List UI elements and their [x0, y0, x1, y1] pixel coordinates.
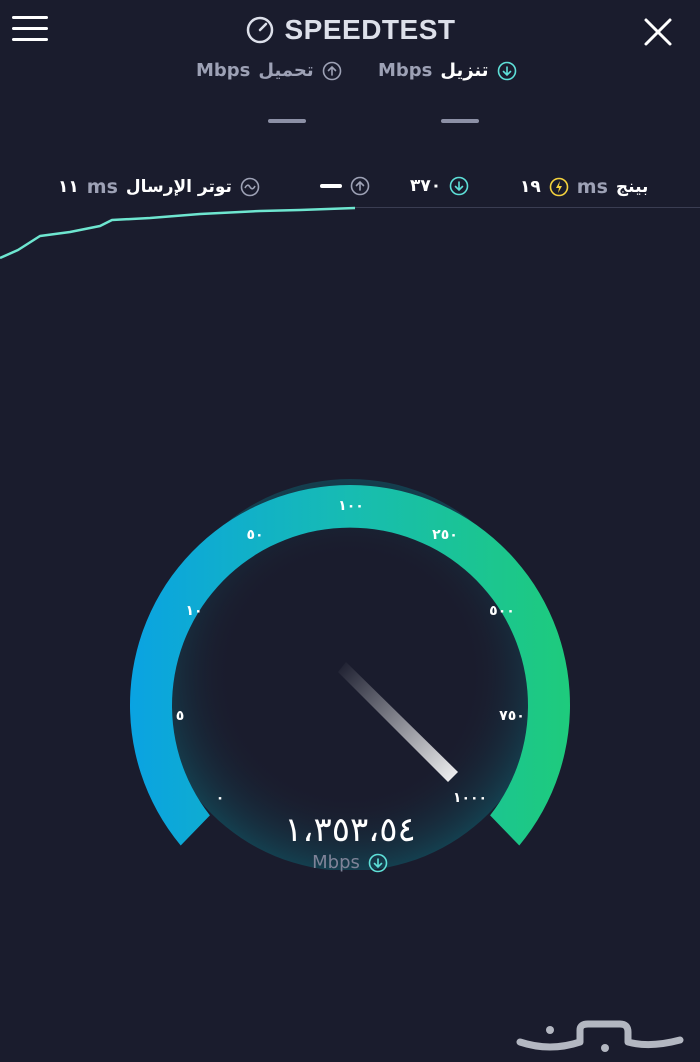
tab-download[interactable]: Mbps تنزيل [378, 60, 517, 81]
speed-gauge: ٠ ٥ ١٠ ٥٠ ١٠٠ ٢٥٠ ٥٠٠ ٧٥٠ ١٠٠٠ [129, 479, 570, 870]
app-title: SPEEDTEST [284, 14, 456, 45]
upload-label: تحميل [258, 60, 314, 81]
download-arrow-icon [449, 176, 469, 196]
ping-bolt-icon [549, 177, 569, 197]
download-latency-value: ٣٧٠ [410, 176, 442, 196]
gauge-label-5: ٥ [176, 708, 185, 724]
download-arrow-icon [497, 61, 516, 80]
ping-stat: ١٩ ms بينج [520, 176, 648, 198]
gauge-label-1000: ١٠٠٠ [453, 790, 487, 806]
gauge-label-0: ٠ [216, 790, 225, 806]
gauge-label-100: ١٠٠ [338, 498, 364, 514]
speedometer-icon [246, 16, 273, 44]
upload-value-placeholder [268, 119, 306, 123]
download-label: تنزيل [440, 60, 489, 81]
jitter-unit: ms [86, 176, 118, 198]
upload-unit: Mbps [196, 60, 251, 81]
jitter-label: توتر الإرسال [125, 177, 232, 197]
app-header: SPEEDTEST [0, 14, 700, 49]
gauge-label-250: ٢٥٠ [432, 527, 458, 543]
ping-label: بينج [615, 177, 649, 197]
upload-latency-value [320, 184, 342, 188]
speed-reading: ١،٣٥٣،٥٤ [284, 810, 416, 850]
download-arrow-icon [368, 853, 388, 872]
gauge-label-10: ١٠ [185, 603, 202, 619]
speed-unit: Mbps [312, 852, 360, 873]
gauge-label-500: ٥٠٠ [489, 603, 515, 619]
close-icon[interactable] [640, 14, 676, 50]
speed-unit-row: Mbps [0, 852, 700, 873]
speed-trail-graph [0, 206, 356, 260]
jitter-stat: ١١ ms توتر الإرسال [58, 176, 260, 198]
upload-latency-stat [320, 176, 370, 196]
haraj-watermark-logo [516, 1020, 684, 1052]
upload-arrow-icon [350, 176, 370, 196]
download-latency-stat: ٣٧٠ [410, 176, 469, 196]
stats-divider [350, 207, 700, 208]
download-value-placeholder [441, 119, 479, 123]
ping-value: ١٩ [520, 177, 541, 197]
gauge-label-750: ٧٥٠ [499, 708, 525, 724]
tab-upload[interactable]: Mbps تحميل [196, 60, 342, 81]
ping-unit: ms [576, 176, 608, 198]
jitter-value: ١١ [58, 177, 79, 197]
gauge-label-50: ٥٠ [246, 527, 263, 543]
jitter-wave-icon [240, 177, 260, 197]
download-unit: Mbps [378, 60, 433, 81]
upload-arrow-icon [322, 61, 341, 80]
